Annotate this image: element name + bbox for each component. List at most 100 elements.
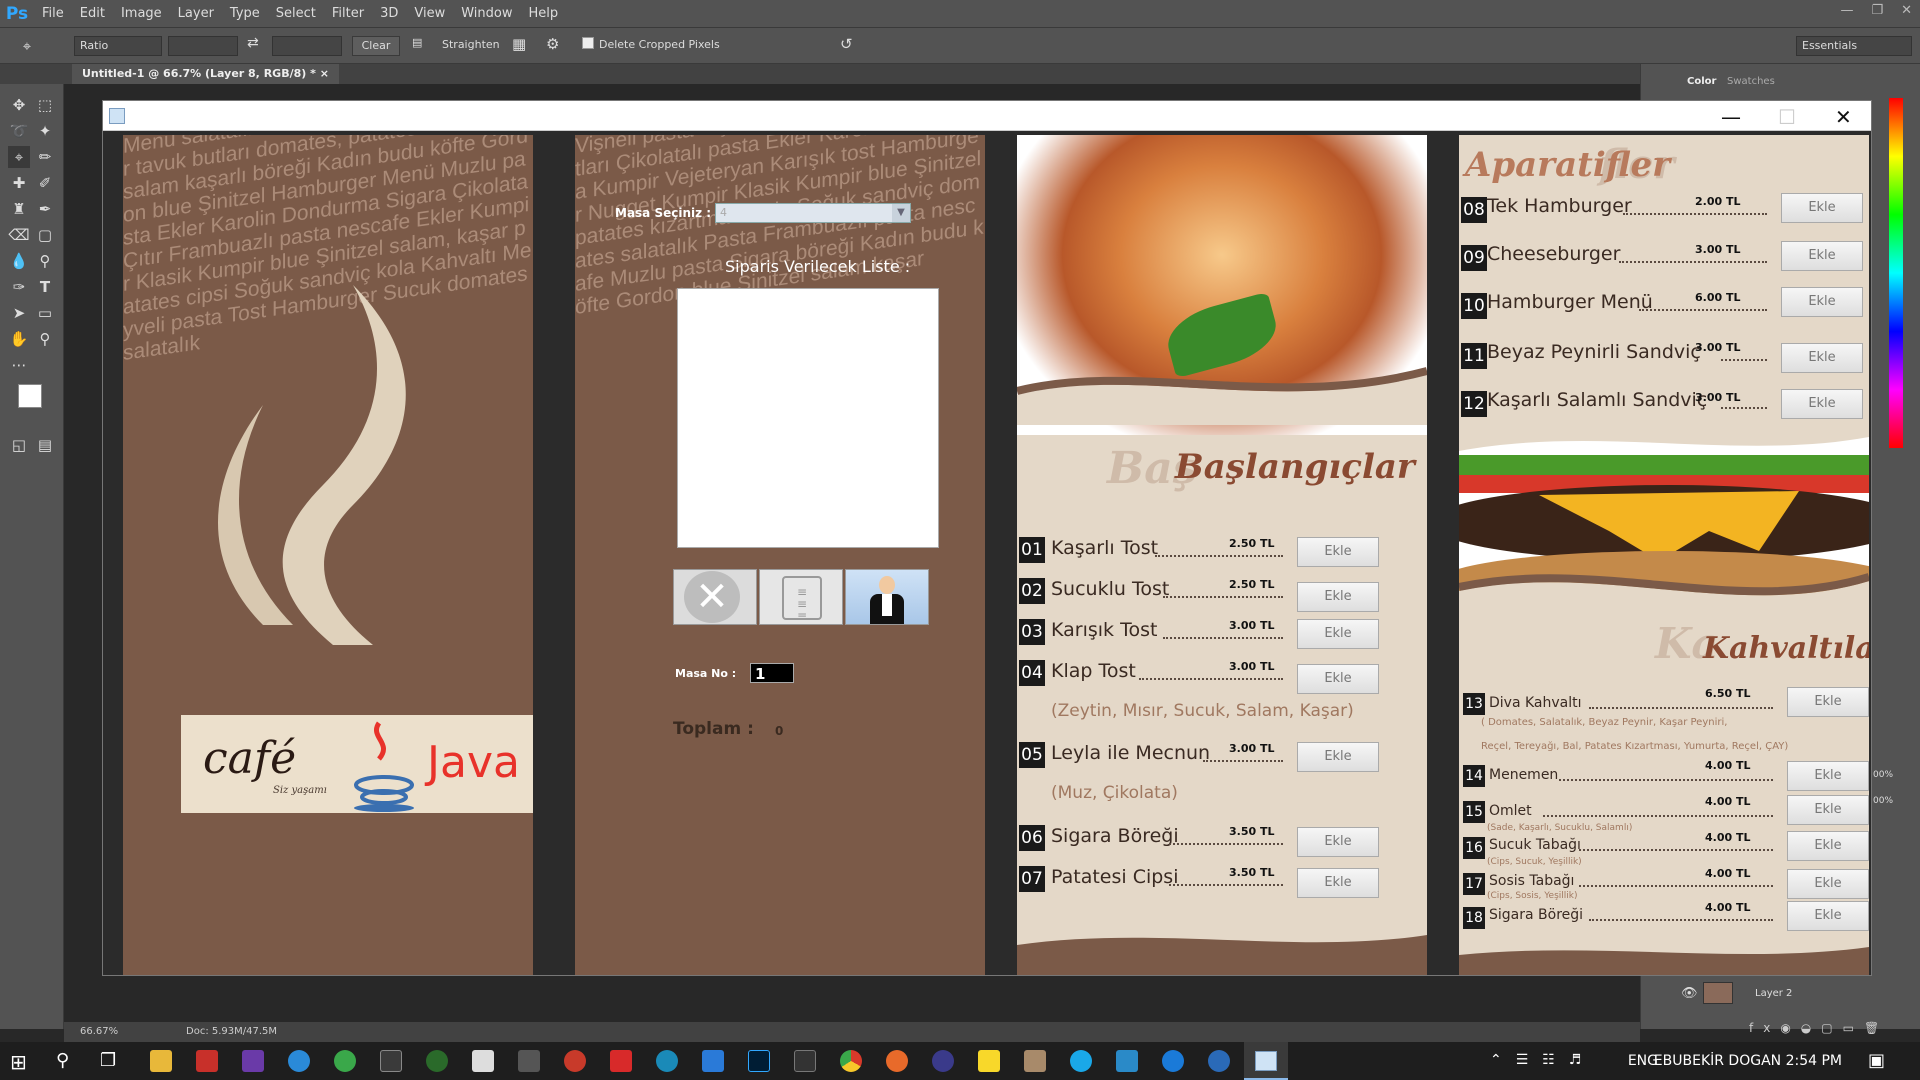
rectangle-icon[interactable]: ▭ xyxy=(34,302,56,324)
siparis-list[interactable] xyxy=(677,288,939,548)
file-explorer-icon[interactable] xyxy=(150,1050,172,1072)
menu-help[interactable]: Help xyxy=(521,0,567,28)
move-tool-icon[interactable]: ✥ xyxy=(8,94,30,116)
crop-icon[interactable]: ⌖ xyxy=(8,146,30,168)
minimize-icon[interactable]: — xyxy=(1840,0,1853,22)
add-item-button[interactable]: Ekle xyxy=(1781,287,1863,317)
clear-button[interactable]: Clear xyxy=(352,36,400,56)
user-clock[interactable]: EBUBEKİR DOGAN 2:54 PM xyxy=(1654,1042,1842,1080)
more-tools-icon[interactable]: ⋯ xyxy=(8,354,30,376)
app-icon-red[interactable] xyxy=(196,1050,218,1072)
height-field[interactable] xyxy=(272,36,342,56)
arduino-icon[interactable] xyxy=(656,1050,678,1072)
add-item-button[interactable]: Ekle xyxy=(1297,868,1379,898)
blur-icon[interactable]: 💧 xyxy=(8,250,30,272)
app-icon-cube[interactable] xyxy=(472,1050,494,1072)
app-icon-blue[interactable] xyxy=(288,1050,310,1072)
pen-icon[interactable]: ✑ xyxy=(8,276,30,298)
history-brush-icon[interactable]: ✒ xyxy=(34,198,56,220)
add-item-button[interactable]: Ekle xyxy=(1297,537,1379,567)
app-icon-green2[interactable] xyxy=(426,1050,448,1072)
restore-icon[interactable]: ❐ xyxy=(1871,0,1883,22)
add-item-button[interactable]: Ekle xyxy=(1781,389,1863,419)
add-item-button[interactable]: Ekle xyxy=(1297,742,1379,772)
system-tray-icons[interactable]: ⌃☰☷♬ xyxy=(1490,1052,1595,1068)
menu-type[interactable]: Type xyxy=(222,0,268,28)
healing-brush-icon[interactable]: ✚ xyxy=(8,172,30,194)
menu-3d[interactable]: 3D xyxy=(372,0,406,28)
add-item-button[interactable]: Ekle xyxy=(1787,761,1869,791)
java-app-taskbar-item[interactable] xyxy=(1244,1042,1288,1080)
add-item-button[interactable]: Ekle xyxy=(1787,869,1869,899)
app-icon-blue4[interactable] xyxy=(1208,1050,1230,1072)
windows-start-icon[interactable]: ⊞ xyxy=(10,1052,30,1072)
masa-no-field[interactable]: 1 xyxy=(750,663,794,683)
menu-filter[interactable]: Filter xyxy=(324,0,372,28)
tab-swatches[interactable]: Swatches xyxy=(1727,76,1775,87)
receipt-button[interactable]: ≡ ≡ ≡ xyxy=(759,569,843,625)
dodge-icon[interactable]: ⚲ xyxy=(34,250,56,272)
workspace-select[interactable]: Essentials xyxy=(1796,36,1912,56)
ratio-select[interactable]: Ratio xyxy=(74,36,162,56)
menu-image[interactable]: Image xyxy=(113,0,170,28)
search-icon[interactable]: ⚲ xyxy=(56,1050,69,1071)
menu-layer[interactable]: Layer xyxy=(170,0,222,28)
filezilla-icon[interactable] xyxy=(610,1050,632,1072)
straighten-label[interactable]: Straighten xyxy=(442,38,500,51)
close-tab-icon[interactable]: × xyxy=(320,67,329,80)
menu-file[interactable]: File xyxy=(34,0,72,28)
menu-select[interactable]: Select xyxy=(268,0,324,28)
close-icon[interactable]: ✕ xyxy=(1901,0,1912,22)
width-field[interactable] xyxy=(168,36,238,56)
color-spectrum[interactable] xyxy=(1889,98,1903,448)
foreground-color-swatch[interactable] xyxy=(18,384,42,408)
sticky-notes-icon[interactable] xyxy=(978,1050,1000,1072)
add-item-button[interactable]: Ekle xyxy=(1297,619,1379,649)
waiter-button[interactable] xyxy=(845,569,929,625)
close-icon[interactable]: ✕ xyxy=(1835,105,1852,129)
add-item-button[interactable]: Ekle xyxy=(1787,901,1869,931)
swap-icon[interactable]: ⇄ xyxy=(247,35,259,51)
masa-select[interactable]: 4 ▼ xyxy=(715,203,911,223)
app-icon-green[interactable] xyxy=(334,1050,356,1072)
skype-icon[interactable] xyxy=(1070,1050,1092,1072)
gear-icon[interactable]: ⚙ xyxy=(546,35,559,53)
lasso-tool-icon[interactable]: ➰ xyxy=(8,120,30,142)
menu-edit[interactable]: Edit xyxy=(72,0,113,28)
firefox-icon[interactable] xyxy=(886,1050,908,1072)
app-icon-red2[interactable] xyxy=(564,1050,586,1072)
add-item-button[interactable]: Ekle xyxy=(1297,827,1379,857)
notification-icon[interactable]: ▣ xyxy=(1868,1050,1885,1071)
straighten-icon[interactable]: ▤ xyxy=(412,36,422,49)
brush-icon[interactable]: ✐ xyxy=(34,172,56,194)
menu-view[interactable]: View xyxy=(406,0,453,28)
chevron-down-icon[interactable]: ▼ xyxy=(892,204,910,222)
marquee-tool-icon[interactable]: ⬚ xyxy=(34,94,56,116)
teamviewer-icon[interactable] xyxy=(1162,1050,1184,1072)
minimize-icon[interactable]: — xyxy=(1721,105,1741,129)
task-view-icon[interactable]: ❐ xyxy=(100,1050,116,1071)
photoshop-taskbar-icon[interactable] xyxy=(748,1050,770,1072)
app-icon-brown[interactable] xyxy=(1024,1050,1046,1072)
eye-icon[interactable]: 👁 xyxy=(1681,986,1698,1001)
zoom-icon[interactable]: ⚲ xyxy=(34,328,56,350)
add-item-button[interactable]: Ekle xyxy=(1787,831,1869,861)
quick-select-icon[interactable]: ✦ xyxy=(34,120,56,142)
add-item-button[interactable]: Ekle xyxy=(1297,664,1379,694)
layer-panel-actions[interactable]: fx◉◒▢▭🗑 xyxy=(1749,1021,1889,1035)
crop-tool-icon[interactable]: ⌖ xyxy=(16,35,38,57)
add-item-button[interactable]: Ekle xyxy=(1787,795,1869,825)
doc-tab[interactable]: Untitled-1 @ 66.7% (Layer 8, RGB/8) * × xyxy=(72,64,339,84)
tab-color[interactable]: Color xyxy=(1687,76,1716,87)
app-icon-blue2[interactable] xyxy=(702,1050,724,1072)
app-icon-blue3[interactable] xyxy=(1116,1050,1138,1072)
fill-value[interactable]: 00% xyxy=(1873,796,1893,806)
hand-icon[interactable]: ✋ xyxy=(8,328,30,350)
terminal-icon[interactable] xyxy=(794,1050,816,1072)
menu-window[interactable]: Window xyxy=(453,0,520,28)
path-select-icon[interactable]: ➤ xyxy=(8,302,30,324)
reset-icon[interactable]: ↺ xyxy=(840,35,853,53)
delete-cropped-checkbox[interactable] xyxy=(582,37,594,49)
add-item-button[interactable]: Ekle xyxy=(1781,343,1863,373)
app-icon-gray[interactable] xyxy=(518,1050,540,1072)
